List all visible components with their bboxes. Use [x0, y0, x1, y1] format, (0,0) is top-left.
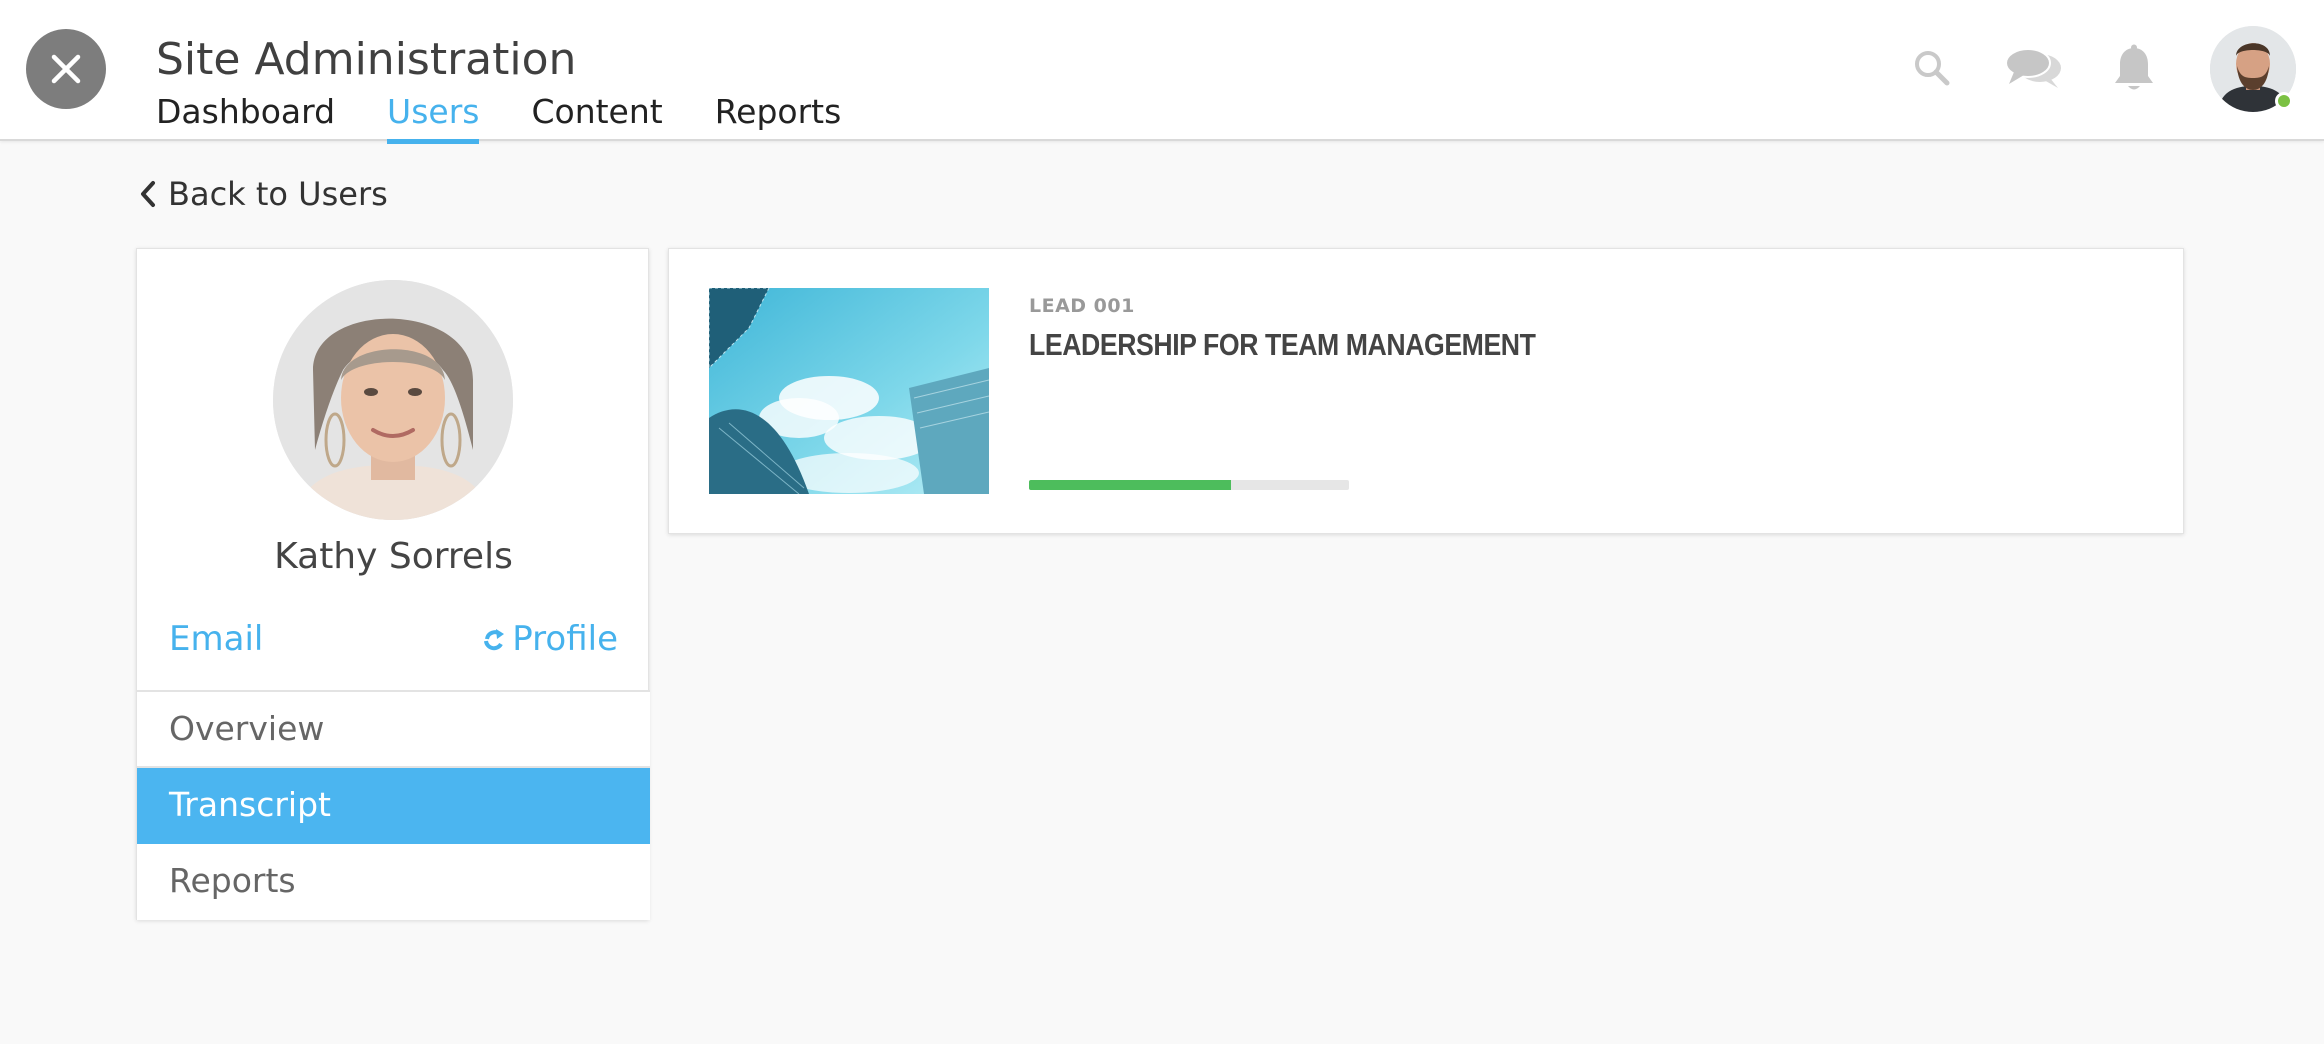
menu-item-transcript[interactable]: Transcript — [137, 768, 650, 844]
user-name: Kathy Sorrels — [274, 536, 513, 577]
user-profile-card: Kathy Sorrels Email Profile Overview Tra… — [136, 248, 650, 920]
course-card[interactable]: LEAD 001 LEADERSHIP FOR TEAM MANAGEMENT — [668, 248, 2184, 534]
refresh-icon — [484, 629, 505, 651]
user-avatar — [273, 280, 513, 520]
menu-item-reports[interactable]: Reports — [137, 844, 650, 920]
online-status-indicator — [2275, 92, 2293, 110]
nav-content[interactable]: Content — [531, 88, 662, 141]
page-title: Site Administration — [156, 34, 577, 85]
course-thumbnail[interactable] — [709, 288, 989, 494]
course-progress-fill — [1029, 480, 1231, 490]
profile-link-label: Profile — [512, 619, 618, 659]
nav-dashboard[interactable]: Dashboard — [156, 88, 335, 141]
course-progress-bar — [1029, 480, 1349, 490]
chevron-left-icon — [141, 181, 155, 207]
course-code: LEAD 001 — [1029, 295, 1135, 317]
main-nav: Dashboard Users Content Reports — [156, 88, 893, 144]
course-title[interactable]: LEADERSHIP FOR TEAM MANAGEMENT — [1029, 327, 1536, 363]
profile-menu: Overview Transcript Reports — [137, 690, 650, 920]
nav-reports[interactable]: Reports — [715, 88, 842, 141]
close-button[interactable] — [26, 29, 106, 109]
back-to-users-link[interactable]: Back to Users — [140, 172, 388, 216]
bell-icon[interactable] — [2112, 44, 2156, 94]
chat-icon[interactable] — [2004, 46, 2064, 92]
menu-item-overview[interactable]: Overview — [137, 692, 650, 768]
search-icon[interactable] — [1912, 48, 1952, 88]
profile-link[interactable]: Profile — [482, 617, 618, 661]
email-link[interactable]: Email — [169, 617, 263, 661]
back-link-label: Back to Users — [168, 175, 388, 213]
top-header: Site Administration Dashboard Users Cont… — [0, 0, 2324, 144]
nav-users[interactable]: Users — [387, 88, 480, 144]
close-icon — [51, 54, 81, 84]
